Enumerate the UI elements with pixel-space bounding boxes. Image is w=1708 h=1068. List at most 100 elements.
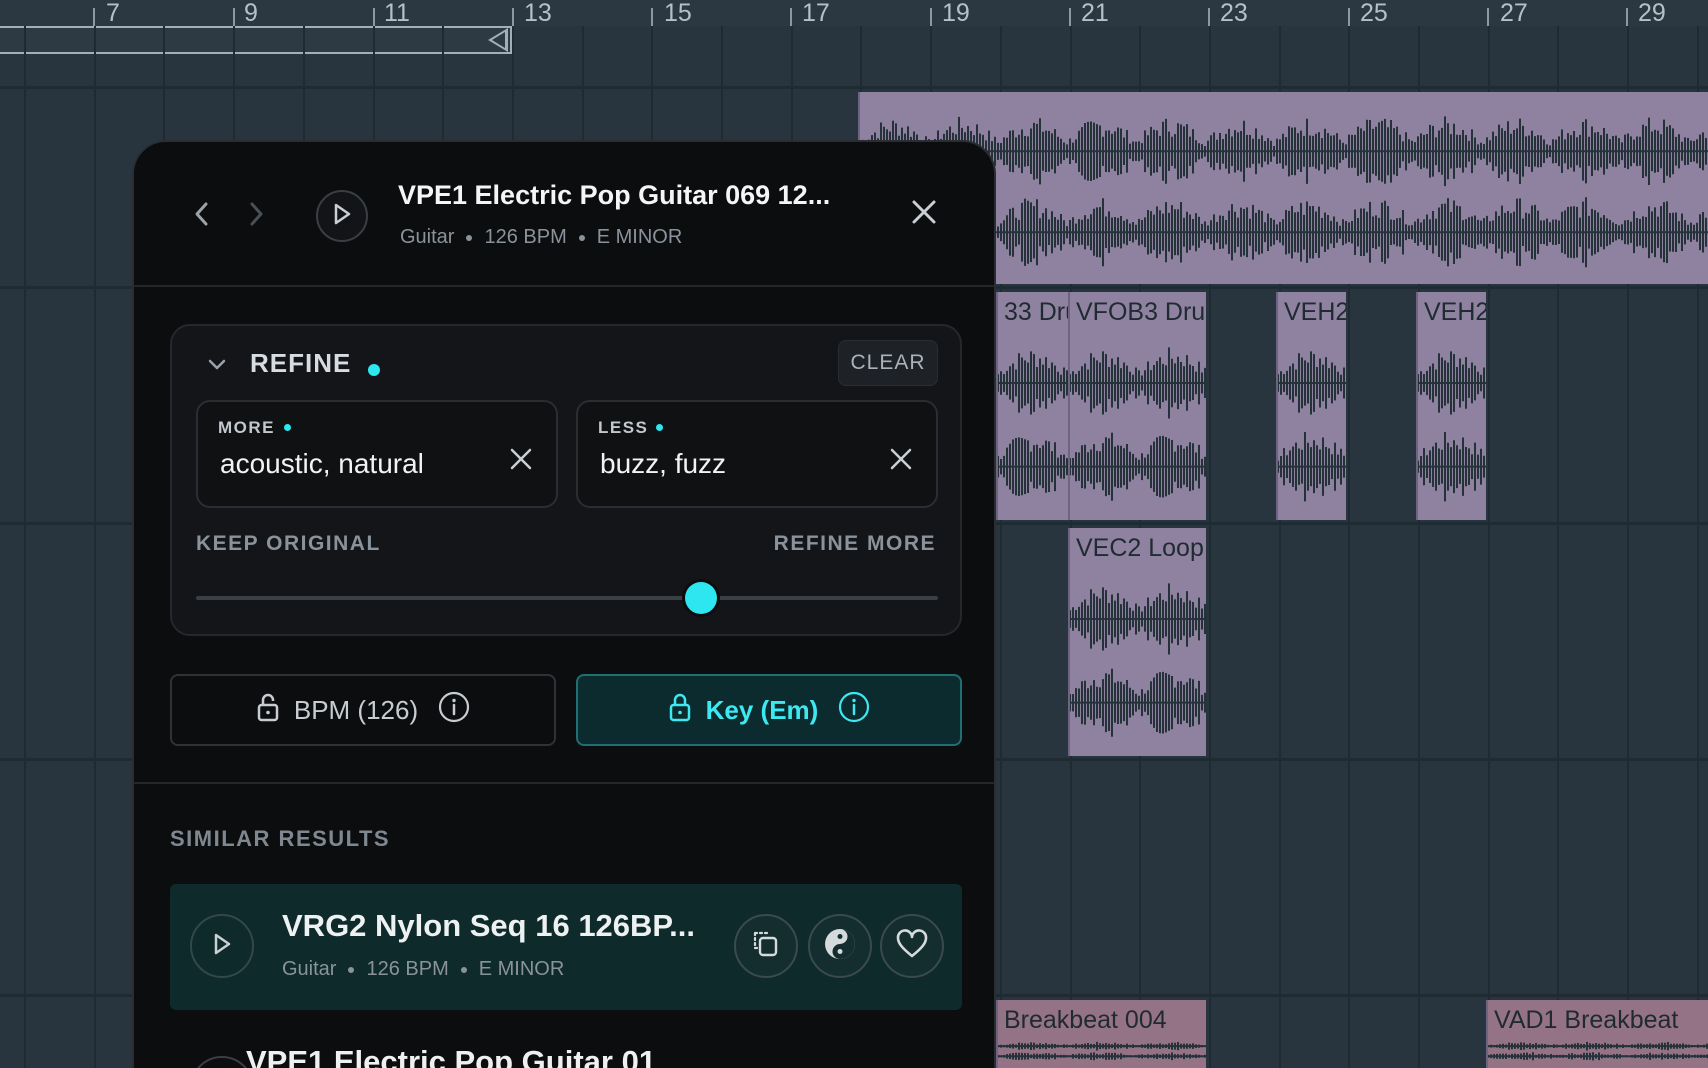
loop-region[interactable] xyxy=(0,26,512,54)
next-button[interactable] xyxy=(238,198,274,234)
similar-result-row[interactable]: VRG2 Nylon Seq 16 126BP... Guitar 126 BP… xyxy=(170,884,962,1010)
match-button[interactable] xyxy=(808,914,872,978)
ruler-tick xyxy=(93,8,95,26)
ruler-number: 9 xyxy=(244,0,258,27)
separator-dot xyxy=(460,966,467,973)
ruler-number: 13 xyxy=(524,0,552,27)
close-icon xyxy=(889,447,913,476)
sample-title: VPE1 Electric Pop Guitar 069 12... xyxy=(398,180,831,210)
ruler-tick xyxy=(512,8,514,26)
ruler-tick xyxy=(1208,8,1210,26)
ruler-number: 11 xyxy=(384,0,410,27)
waveform xyxy=(998,1040,1206,1062)
separator-dot xyxy=(348,966,355,973)
result-instrument: Guitar xyxy=(282,958,337,980)
more-value[interactable]: acoustic, natural xyxy=(220,448,424,480)
yin-yang-icon xyxy=(823,927,857,966)
result-meta: Guitar 126 BPM E MINOR xyxy=(282,958,564,981)
ruler-tick xyxy=(930,8,932,26)
more-indicator xyxy=(284,424,291,431)
slider-thumb[interactable] xyxy=(684,582,717,614)
refine-slider[interactable] xyxy=(196,582,938,614)
refine-more-label: REFINE MORE xyxy=(773,532,936,555)
heart-icon xyxy=(896,928,928,964)
result-play-button[interactable] xyxy=(190,914,254,978)
divider xyxy=(134,782,994,784)
clear-more-button[interactable] xyxy=(504,444,538,478)
info-icon[interactable] xyxy=(838,691,870,730)
ruler-number: 17 xyxy=(802,0,830,27)
waveform xyxy=(1488,1040,1708,1062)
audio-clip-loop[interactable]: VEC2 Loop xyxy=(1068,528,1206,756)
audio-clip-drum-b[interactable]: VFOB3 Dru xyxy=(1068,292,1206,520)
separator-dot xyxy=(578,234,585,241)
less-indicator xyxy=(656,424,663,431)
separator-dot xyxy=(466,234,473,241)
key-lock-button[interactable]: Key (Em) xyxy=(576,674,962,746)
less-label: LESS xyxy=(598,418,649,437)
clip-label: Breakbeat 004 xyxy=(1004,1006,1167,1034)
ruler-number: 15 xyxy=(664,0,692,27)
ruler-tick xyxy=(790,8,792,26)
refine-collapse-toggle[interactable] xyxy=(202,352,232,382)
audio-clip-veh-a[interactable]: VEH2 xyxy=(1276,292,1346,520)
less-field[interactable]: LESS buzz, fuzz xyxy=(576,400,938,508)
lock-icon xyxy=(256,692,280,729)
waveform xyxy=(1278,332,1346,514)
ruler-tick xyxy=(1487,8,1489,26)
ruler-number: 27 xyxy=(1500,0,1528,27)
clip-label: VEC2 Loop xyxy=(1076,534,1204,562)
drag-to-timeline-button[interactable] xyxy=(734,914,798,978)
audio-clip-breakbeat-b[interactable]: VAD1 Breakbeat xyxy=(1486,1000,1708,1068)
more-label: MORE xyxy=(218,418,275,437)
ruler-tick xyxy=(233,8,235,26)
sample-meta: Guitar 126 BPM E MINOR xyxy=(400,226,682,249)
ruler-number: 29 xyxy=(1638,0,1666,27)
key-lock-label: Key (Em) xyxy=(705,694,819,725)
refine-active-indicator xyxy=(368,364,380,376)
ruler-number: 19 xyxy=(942,0,970,27)
similar-results-heading: SIMILAR RESULTS xyxy=(170,826,391,851)
info-icon[interactable] xyxy=(438,691,470,730)
waveform xyxy=(1070,332,1206,514)
clip-label: VFOB3 Dru xyxy=(1076,298,1206,326)
result-key: E MINOR xyxy=(478,958,565,980)
play-icon xyxy=(210,931,234,962)
favorite-button[interactable] xyxy=(880,914,944,978)
waveform xyxy=(1070,568,1206,750)
previous-button[interactable] xyxy=(184,198,220,234)
sample-instrument: Guitar xyxy=(400,226,455,248)
waveform xyxy=(1418,332,1486,514)
audio-clip-veh-b[interactable]: VEH2 xyxy=(1416,292,1486,520)
play-icon xyxy=(331,202,353,231)
sample-detail-panel: VPE1 Electric Pop Guitar 069 12... Guita… xyxy=(132,140,996,1068)
clear-less-button[interactable] xyxy=(884,444,918,478)
close-icon xyxy=(910,198,938,231)
less-value[interactable]: buzz, fuzz xyxy=(600,448,726,480)
ruler-number: 7 xyxy=(106,0,120,27)
track-divider xyxy=(0,86,1708,89)
close-button[interactable] xyxy=(906,196,942,232)
ruler-tick xyxy=(651,8,653,26)
ruler-number: 23 xyxy=(1220,0,1248,27)
play-button[interactable] xyxy=(316,190,368,242)
clip-label: VAD1 Breakbeat xyxy=(1494,1006,1679,1034)
bpm-lock-button[interactable]: BPM (126) xyxy=(170,674,556,746)
more-field[interactable]: MORE acoustic, natural xyxy=(196,400,558,508)
result-title: VPE1 Electric Pop Guitar 01 xyxy=(246,1044,657,1068)
drag-copy-icon xyxy=(750,928,782,965)
result-play-button[interactable] xyxy=(190,1056,254,1068)
timeline-ruler[interactable]: 7 9 11 13 15 17 19 21 23 25 27 29 xyxy=(0,0,1708,27)
result-bpm: 126 BPM xyxy=(366,958,449,980)
audio-clip-breakbeat-a[interactable]: Breakbeat 004 xyxy=(996,1000,1206,1068)
sample-key: E MINOR xyxy=(596,226,683,248)
close-icon xyxy=(509,447,533,476)
sample-bpm: 126 BPM xyxy=(484,226,567,248)
grid-line xyxy=(94,26,96,1068)
clip-label: VEH2 xyxy=(1284,298,1346,326)
ruler-tick xyxy=(1069,8,1071,26)
clear-button[interactable]: CLEAR xyxy=(838,340,938,386)
refine-title: REFINE xyxy=(250,348,352,378)
result-title: VRG2 Nylon Seq 16 126BP... xyxy=(282,908,695,943)
ruler-tick xyxy=(373,8,375,26)
